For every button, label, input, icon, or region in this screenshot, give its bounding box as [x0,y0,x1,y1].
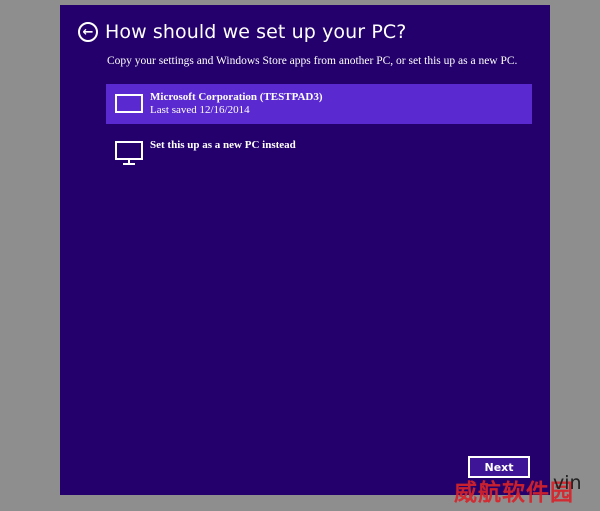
option-name: Microsoft Corporation (TESTPAD3) [150,91,323,103]
monitor-icon [115,141,143,165]
option-existing-pc[interactable]: Microsoft Corporation (TESTPAD3) Last sa… [106,84,532,124]
page-subtitle: Copy your settings and Windows Store app… [107,55,518,67]
header: ← How should we set up your PC? [78,21,406,43]
option-detail: Last saved 12/16/2014 [150,104,250,116]
watermark-suffix: vin [553,472,582,494]
option-name: Set this up as a new PC instead [150,139,296,151]
back-arrow-glyph: ← [82,24,94,40]
back-arrow-icon[interactable]: ← [78,22,98,42]
tablet-icon [115,94,143,113]
option-existing-pc-text: Microsoft Corporation (TESTPAD3) Last sa… [150,91,323,117]
setup-panel: ← How should we set up your PC? Copy you… [60,5,550,495]
option-new-pc[interactable]: Set this up as a new PC instead [106,137,532,177]
option-new-pc-text: Set this up as a new PC instead [150,139,296,152]
page-title: How should we set up your PC? [105,21,407,43]
